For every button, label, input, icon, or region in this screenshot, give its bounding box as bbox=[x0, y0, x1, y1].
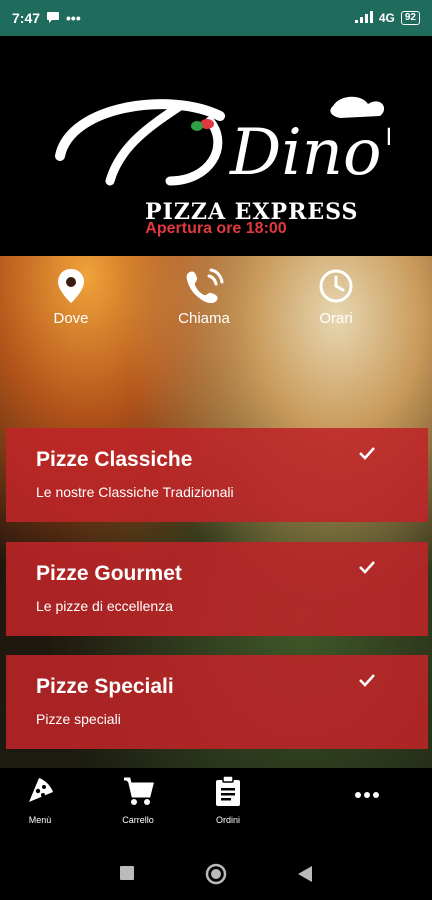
message-icon bbox=[46, 10, 60, 26]
shortcut-row: Dove Chiama Orari bbox=[0, 266, 432, 336]
check-icon bbox=[358, 560, 376, 579]
logo: Dino's PIZZA EXPRESS bbox=[50, 76, 390, 236]
nav-label: Carrello bbox=[122, 815, 154, 825]
category-title: Pizze Classiche bbox=[36, 448, 193, 471]
nav-menu[interactable]: Menù bbox=[0, 776, 80, 825]
check-icon bbox=[358, 673, 376, 692]
more-dots-icon bbox=[355, 792, 379, 798]
logo-script-text: Dino's bbox=[229, 116, 390, 190]
cart-icon bbox=[124, 777, 154, 805]
phone-ringing-icon bbox=[186, 268, 224, 303]
category-subtitle: Le nostre Classiche Tradizionali bbox=[36, 484, 234, 500]
clipboard-icon bbox=[216, 775, 240, 806]
shortcut-chiama[interactable]: Chiama bbox=[159, 266, 249, 327]
status-time: 7:47 bbox=[12, 10, 41, 26]
clock-icon bbox=[319, 269, 353, 303]
bottom-nav: Menù Carrello Ordini bbox=[0, 768, 432, 836]
hero-background: Dove Chiama Orari Pizze Classiche Le nos… bbox=[0, 256, 432, 768]
nav-cart[interactable]: Carrello bbox=[98, 776, 178, 825]
shortcut-label: Dove bbox=[53, 310, 89, 327]
more-notifications-icon: ••• bbox=[66, 10, 81, 26]
battery-icon: 92 bbox=[400, 11, 420, 25]
shortcut-dove[interactable]: Dove bbox=[26, 266, 116, 327]
square-icon bbox=[120, 866, 134, 880]
network-type: 4G bbox=[378, 11, 395, 25]
category-card-classiche[interactable]: Pizze Classiche Le nostre Classiche Trad… bbox=[6, 428, 428, 522]
signal-icon bbox=[354, 10, 373, 26]
home-button[interactable] bbox=[205, 863, 227, 890]
pizza-slice-icon bbox=[29, 778, 53, 802]
check-icon bbox=[358, 446, 376, 465]
nav-orders[interactable]: Ordini bbox=[188, 775, 268, 825]
category-title: Pizze Speciali bbox=[36, 675, 174, 698]
recents-button[interactable] bbox=[120, 866, 134, 885]
nav-label: Menù bbox=[28, 815, 52, 825]
back-button[interactable] bbox=[298, 866, 312, 887]
shortcut-orari[interactable]: Orari bbox=[291, 266, 381, 327]
category-subtitle: Le pizze di eccellenza bbox=[36, 598, 173, 614]
opening-hours-text: Apertura ore 18:00 bbox=[145, 220, 287, 237]
category-card-gourmet[interactable]: Pizze Gourmet Le pizze di eccellenza bbox=[6, 542, 428, 636]
system-nav-bar bbox=[0, 836, 432, 900]
app-header: Dino's PIZZA EXPRESS Apertura ore 18:00 bbox=[0, 36, 432, 256]
status-bar: 7:47 ••• 4G 92 bbox=[0, 0, 432, 36]
category-title: Pizze Gourmet bbox=[36, 562, 182, 585]
back-triangle-icon bbox=[298, 866, 312, 882]
shortcut-label: Orari bbox=[319, 310, 353, 327]
nav-more[interactable] bbox=[327, 786, 407, 808]
logo-swoosh-icon: Dino's bbox=[55, 96, 390, 190]
category-card-speciali[interactable]: Pizze Speciali Pizze speciali bbox=[6, 655, 428, 749]
shortcut-label: Chiama bbox=[178, 310, 230, 327]
location-pin-icon bbox=[58, 269, 84, 303]
nav-label: Ordini bbox=[215, 815, 240, 825]
home-circle-icon bbox=[205, 863, 227, 885]
category-subtitle: Pizze speciali bbox=[36, 711, 121, 727]
